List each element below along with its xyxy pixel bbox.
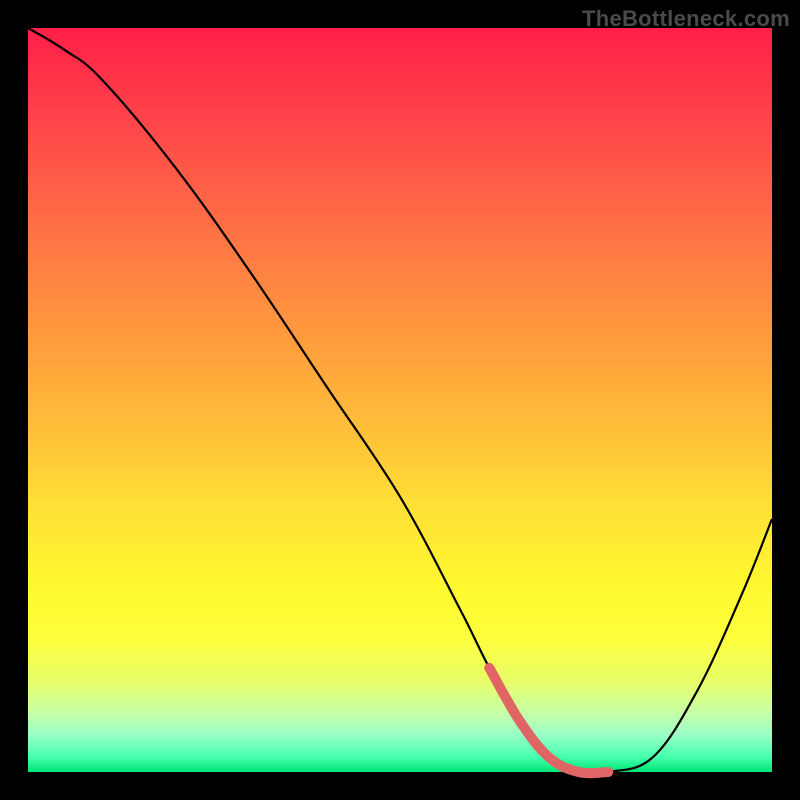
plot-area [28,28,772,772]
bottleneck-curve [28,28,772,772]
chart-frame: TheBottleneck.com [0,0,800,800]
watermark-text: TheBottleneck.com [582,6,790,32]
curve-path [28,28,772,774]
curve-highlight [489,668,608,773]
